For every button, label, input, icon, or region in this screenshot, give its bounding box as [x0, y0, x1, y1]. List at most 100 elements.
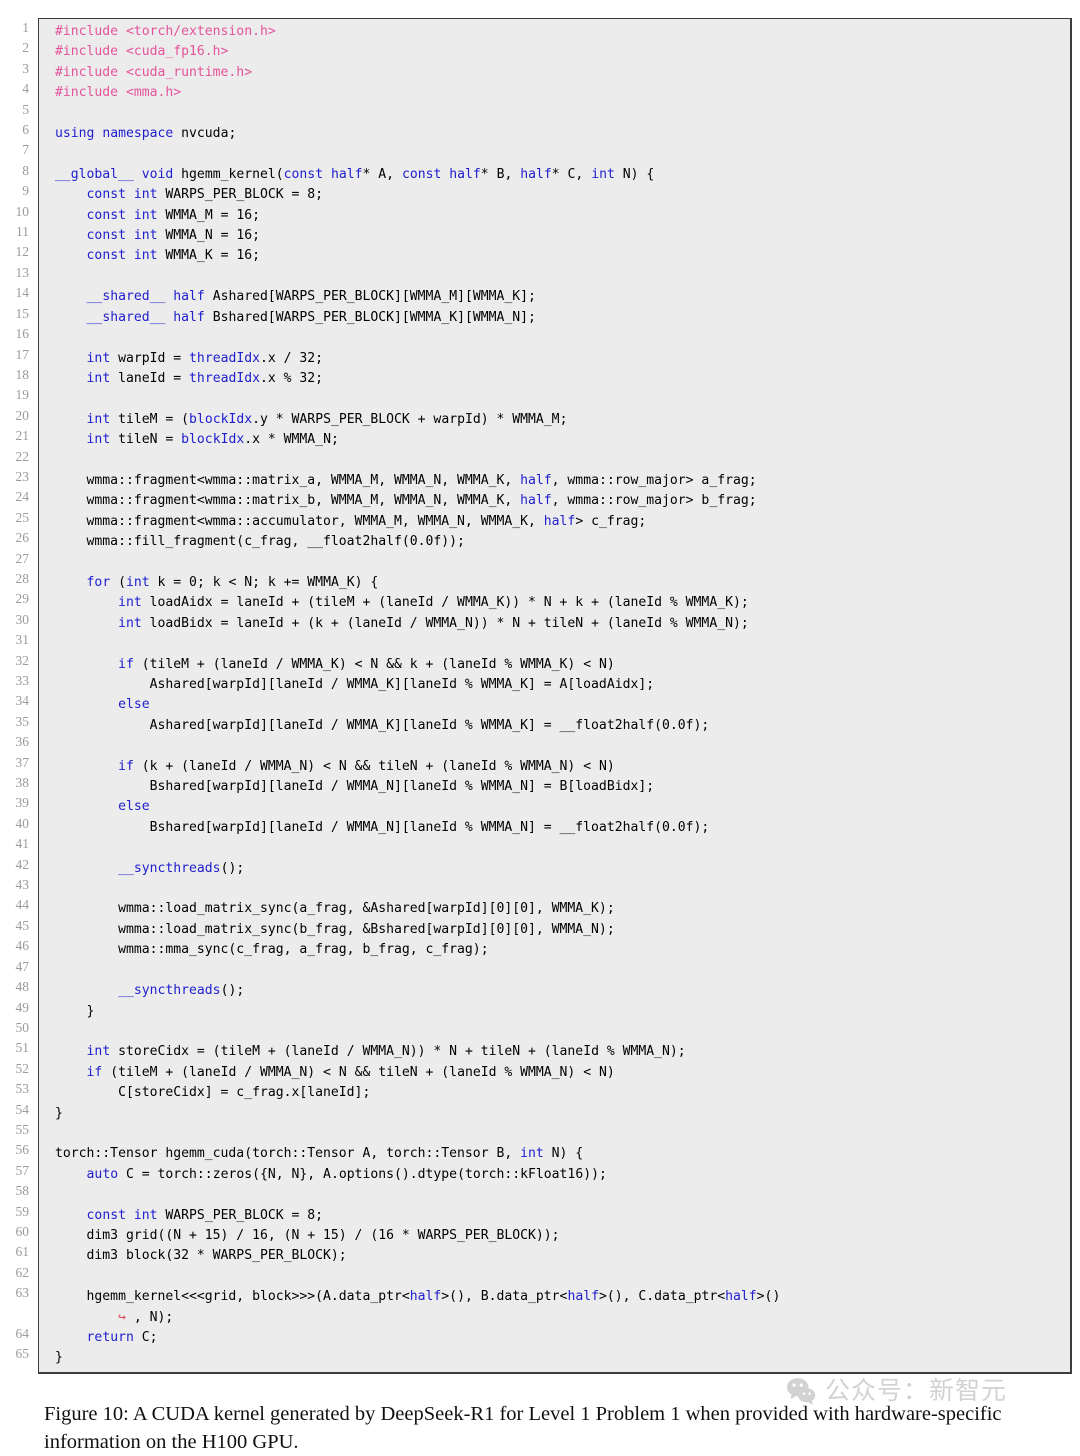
code-line: const int WMMA_M = 16;	[86, 207, 260, 223]
line-number: 7	[22, 142, 29, 158]
code-line: if (k + (laneId / WMMA_N) < N && tileN +…	[118, 758, 615, 774]
line-number: 64	[15, 1326, 30, 1341]
code-line: dim3 grid((N + 15) / 16, (N + 15) / (16 …	[55, 1227, 560, 1243]
line-number: 18	[15, 366, 30, 382]
line-number: 56	[15, 1142, 30, 1158]
code-text: #include <torch/extension.h> #include <cu…	[55, 22, 1070, 1369]
line-number: 29	[15, 591, 30, 607]
line-number: 49	[15, 999, 30, 1015]
line-number: 65	[15, 1346, 30, 1362]
code-line: }	[55, 1003, 95, 1019]
line-number: 1	[22, 20, 29, 35]
line-number: 10	[15, 203, 30, 219]
code-line: __global__ void hgemm_kernel(const half*…	[55, 166, 655, 182]
line-number: 42	[15, 856, 30, 872]
line-number: 44	[15, 897, 30, 913]
line-number: 17	[15, 346, 30, 362]
figure-page: 1 2 3 4 5 6 7 8 9 10 11 12 13 14 15 16 17 18 19 20 21 22 23 24 2…	[0, 0, 1080, 1456]
line-number: 38	[15, 775, 30, 791]
code-line: Ashared[warpId][laneId / WMMA_K][laneId …	[55, 717, 710, 733]
code-line: const int WARPS_PER_BLOCK = 8;	[86, 187, 324, 203]
line-number: 45	[15, 917, 30, 933]
code-line: int tileN = blockIdx.x * WMMA_N;	[86, 432, 339, 448]
line-number: 6	[22, 122, 29, 138]
code-line: const int WARPS_PER_BLOCK = 8;	[86, 1207, 324, 1223]
code-line: wmma::mma_sync(c_frag, a_frag, b_frag, c…	[55, 942, 489, 958]
line-number: 25	[15, 509, 30, 525]
line-number: 50	[15, 1019, 30, 1035]
code-listing: 1 2 3 4 5 6 7 8 9 10 11 12 13 14 15 16 17 18 19 20 21 22 23 24 2…	[0, 18, 1080, 1374]
line-number: 51	[15, 1040, 30, 1056]
code-line: torch::Tensor hgemm_cuda(torch::Tensor A…	[55, 1146, 584, 1162]
code-line: Bshared[warpId][laneId / WMMA_N][laneId …	[55, 779, 655, 795]
line-number: 31	[15, 632, 30, 648]
line-number: 8	[22, 162, 29, 178]
code-line: if (tileM + (laneId / WMMA_N) < N && til…	[86, 1064, 615, 1080]
code-line: wmma::load_matrix_sync(b_frag, &Bshared[…	[55, 921, 615, 937]
line-number: 60	[15, 1223, 30, 1239]
code-line: hgemm_kernel<<<grid, block>>>(A.data_ptr…	[55, 1289, 781, 1305]
code-line: #include <cuda_runtime.h>	[55, 64, 253, 80]
line-number: 37	[15, 754, 30, 770]
figure-caption: Figure 10: A CUDA kernel generated by De…	[44, 1403, 1002, 1453]
code-line: wmma::fill_fragment(c_frag, __float2half…	[55, 534, 465, 550]
line-number-gutter: 1 2 3 4 5 6 7 8 9 10 11 12 13 14 15 16 17 18 19 20 21 22 23 24 2…	[0, 18, 38, 1365]
line-number: 43	[15, 877, 30, 893]
code-line: __shared__ half Bshared[WARPS_PER_BLOCK]…	[86, 309, 536, 325]
code-line: wmma::fragment<wmma::matrix_b, WMMA_M, W…	[55, 493, 757, 509]
line-number: 28	[15, 570, 30, 586]
line-number: 34	[15, 693, 30, 709]
code-line: return C;	[86, 1330, 158, 1345]
line-number: 47	[15, 958, 30, 974]
line-number: 23	[15, 468, 30, 484]
code-line: else	[118, 697, 150, 713]
code-line: #include <mma.h>	[55, 85, 182, 101]
line-number: 39	[15, 795, 30, 811]
code-line: using namespace nvcuda;	[55, 126, 237, 142]
code-line: else	[118, 799, 150, 815]
line-number: 20	[15, 407, 30, 423]
line-number: 3	[22, 60, 29, 76]
line-number-spacer	[0, 1304, 29, 1324]
line-number: 57	[15, 1162, 30, 1178]
line-number: 27	[15, 550, 30, 566]
code-line: #include <torch/extension.h>	[55, 24, 276, 39]
line-number: 36	[15, 734, 30, 750]
line-number: 30	[15, 611, 30, 627]
line-number: 55	[15, 1121, 30, 1137]
code-line: const int WMMA_K = 16;	[86, 248, 260, 264]
line-number: 4	[22, 81, 29, 97]
code-line: }	[55, 1350, 63, 1366]
code-line: const int WMMA_N = 16;	[86, 228, 260, 244]
line-number: 52	[15, 1060, 30, 1076]
code-line: int loadAidx = laneId + (tileM + (laneId…	[118, 595, 749, 611]
line-number: 48	[15, 979, 30, 995]
code-line: __syncthreads();	[118, 983, 245, 999]
code-line: auto C = torch::zeros({N, N}, A.options(…	[86, 1166, 607, 1182]
line-number: 19	[15, 387, 30, 403]
code-line: }	[55, 1105, 63, 1121]
line-number: 12	[15, 244, 30, 260]
code-line: int storeCidx = (tileM + (laneId / WMMA_…	[86, 1044, 686, 1060]
code-block[interactable]: #include <torch/extension.h> #include <cu…	[38, 18, 1072, 1374]
line-number: 41	[15, 836, 30, 852]
line-number: 59	[15, 1203, 30, 1219]
line-number: 40	[15, 815, 30, 831]
line-number: 33	[15, 673, 30, 688]
code-line: wmma::fragment<wmma::matrix_a, WMMA_M, W…	[55, 472, 757, 488]
code-line: for (int k = 0; k < N; k += WMMA_K) {	[86, 574, 379, 590]
line-number: 5	[22, 101, 29, 117]
code-line: C[storeCidx] = c_frag.x[laneId];	[55, 1085, 371, 1101]
